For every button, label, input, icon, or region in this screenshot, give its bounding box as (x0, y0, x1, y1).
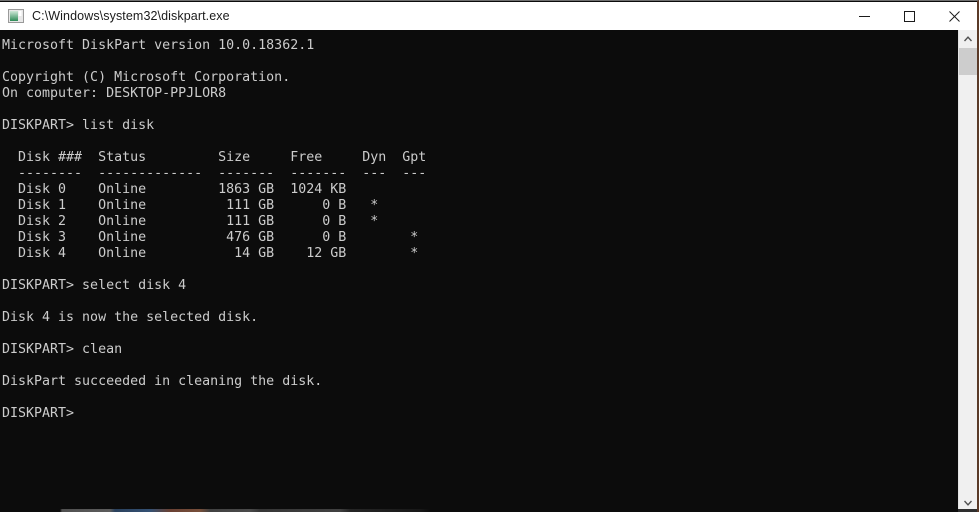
console-window-icon (8, 8, 24, 24)
close-button[interactable] (932, 2, 977, 30)
maximize-button[interactable] (887, 2, 932, 30)
window-title: C:\Windows\system32\diskpart.exe (32, 9, 230, 23)
scrollbar-thumb[interactable] (959, 48, 977, 75)
scroll-up-arrow-icon[interactable] (959, 30, 977, 48)
console-output-area[interactable]: Microsoft DiskPart version 10.0.18362.1 … (0, 30, 958, 512)
vertical-scrollbar[interactable] (958, 30, 977, 512)
console-text: Microsoft DiskPart version 10.0.18362.1 … (2, 38, 427, 421)
minimize-button[interactable] (842, 2, 887, 30)
window-controls (842, 2, 977, 30)
title-bar[interactable]: C:\Windows\system32\diskpart.exe (0, 2, 977, 30)
diskpart-console-window: C:\Windows\system32\diskpart.exe Microso… (0, 0, 979, 512)
